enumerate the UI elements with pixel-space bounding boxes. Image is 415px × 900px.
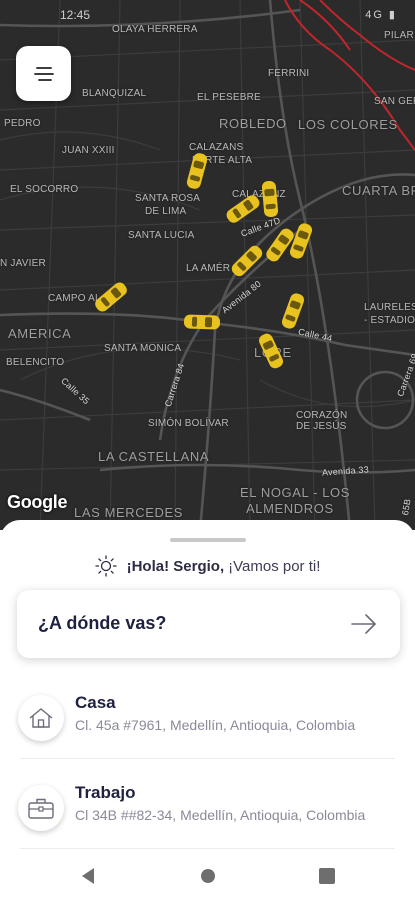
map-label: LAS MERCEDES	[74, 505, 184, 520]
place-title: Trabajo	[75, 783, 136, 802]
map-label: ROBLEDO	[219, 116, 287, 131]
status-time: 12:45	[60, 8, 91, 22]
map-label: OLAYA HERRERA	[112, 24, 198, 35]
greeting: ¡Hola! Sergio, ¡Vamos por ti!	[0, 554, 415, 578]
map-label: BELENCITO	[6, 357, 65, 368]
home-icon	[18, 695, 64, 741]
taxi-marker[interactable]	[222, 188, 264, 230]
arrow-right-icon	[350, 612, 378, 641]
map-label: EL PESEBRE	[197, 92, 261, 103]
map-label: CORAZÓN	[296, 410, 348, 421]
taxi-marker[interactable]	[284, 220, 318, 262]
sun-icon	[94, 555, 117, 577]
map-label: - ESTADIO	[364, 315, 415, 326]
back-icon[interactable]	[80, 867, 96, 890]
destination-label: ¿A dónde vas?	[38, 613, 167, 633]
menu-icon	[33, 66, 54, 81]
google-logo: Google	[7, 492, 68, 512]
map-label: PEDRO	[4, 118, 41, 129]
map-label: LAURELES	[364, 302, 415, 313]
recents-icon[interactable]	[318, 867, 336, 890]
map-label: N JAVIER	[0, 258, 46, 269]
map-label: DE JESÚS	[296, 421, 347, 432]
home-nav-icon[interactable]	[200, 867, 216, 890]
status-bar: 12:45 4G ▮	[0, 0, 415, 26]
taxi-marker[interactable]	[90, 276, 132, 318]
briefcase-icon	[18, 785, 64, 831]
map-label: CUARTA BR	[342, 183, 415, 198]
saved-place-work[interactable]: Trabajo Cl 34B ##82-34, Medellín, Antioq…	[0, 775, 415, 855]
status-icons: 4G ▮	[365, 9, 397, 21]
divider	[20, 758, 395, 759]
menu-button[interactable]	[16, 46, 71, 101]
system-nav-bar	[0, 850, 415, 900]
map-label: SANTA ROSA	[135, 193, 201, 204]
bottom-sheet: ¡Hola! Sergio, ¡Vamos por ti! ¿A dónde v…	[0, 520, 415, 900]
map-label: FERRINI	[268, 68, 310, 79]
map-label: PILAR	[384, 30, 414, 41]
taxi-marker[interactable]	[226, 240, 268, 282]
place-title: Casa	[75, 693, 116, 712]
divider	[20, 848, 395, 849]
taxi-marker[interactable]	[184, 150, 210, 192]
taxi-marker[interactable]	[255, 330, 287, 372]
map-label: DE LIMA	[145, 206, 187, 217]
map-label: JUAN XXIII	[62, 145, 115, 156]
map-label: ALMENDROS	[246, 501, 334, 516]
saved-place-home[interactable]: Casa Cl. 45a #7961, Medellín, Antioquia,…	[0, 685, 415, 765]
map-label: LOS COLORES	[298, 117, 398, 132]
map-label: SIMÓN BOLÍVAR	[148, 418, 229, 429]
destination-search[interactable]: ¿A dónde vas?	[17, 590, 400, 658]
greeting-message: ¡Vamos por ti!	[228, 557, 321, 575]
place-address: Cl. 45a #7961, Medellín, Antioquia, Colo…	[75, 717, 356, 733]
taxi-marker[interactable]	[278, 290, 308, 332]
greeting-name: ¡Hola! Sergio,	[126, 557, 225, 575]
taxi-marker[interactable]	[180, 302, 224, 342]
map-label: BLANQUIZAL	[82, 88, 147, 99]
map-label: AMERICA	[8, 326, 72, 341]
map-label: SANTA LUCIA	[128, 230, 195, 241]
map-label: SANTA MONICA	[104, 343, 182, 354]
map-label: LA CASTELLANA	[98, 449, 210, 464]
map-label: EL SOCORRO	[10, 184, 79, 195]
map-label: LA AMÉR	[186, 263, 231, 274]
map-label: EL NOGAL - LOS	[240, 485, 351, 500]
map-view[interactable]: 12:45 4G ▮ OLAYA HERRERA PILAR FERRINI B…	[0, 0, 415, 530]
map-label: SAN GER	[374, 96, 415, 107]
sheet-handle[interactable]	[170, 538, 246, 542]
place-address: Cl 34B ##82-34, Medellín, Antioquia, Col…	[75, 807, 366, 823]
